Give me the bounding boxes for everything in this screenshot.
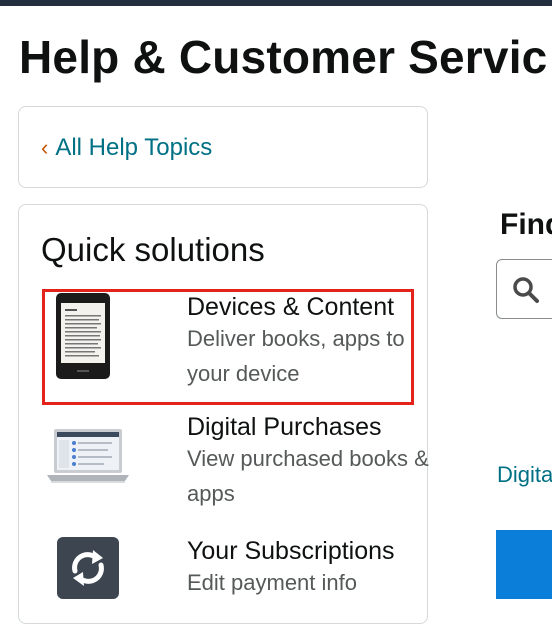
quick-solution-digital-purchases[interactable]: Digital Purchases View purchased books &… [43, 413, 429, 523]
all-help-topics-link[interactable]: ‹ All Help Topics [41, 134, 212, 162]
digital-link[interactable]: Digita [497, 462, 552, 488]
page-title: Help & Customer Servic [19, 31, 548, 83]
quick-solution-name: Devices & Content [187, 293, 395, 321]
search-input[interactable] [496, 259, 552, 319]
chevron-left-icon: ‹ [41, 135, 49, 160]
search-icon [511, 275, 541, 310]
quick-solution-desc: Deliver books, apps to your device [187, 326, 405, 386]
quick-solution-desc: View purchased books & apps [187, 446, 429, 506]
quick-solution-desc: Edit payment info [187, 570, 357, 595]
quick-solution-your-subscriptions[interactable]: Your Subscriptions Edit payment info [43, 537, 413, 617]
find-label: Find [500, 208, 552, 241]
quick-solutions-card: Quick solutions Devices & Content Delive… [18, 204, 429, 624]
all-help-topics-label: All Help Topics [55, 134, 213, 161]
back-card: ‹ All Help Topics [18, 106, 428, 188]
laptop-icon [47, 429, 129, 492]
kindle-device-icon [55, 293, 115, 386]
quick-solution-devices-content[interactable]: Devices & Content Deliver books, apps to… [43, 293, 413, 403]
refresh-icon [57, 537, 119, 604]
top-nav-bar [0, 0, 552, 6]
quick-solution-name: Digital Purchases [187, 413, 382, 441]
blue-button-partial[interactable] [496, 530, 552, 599]
quick-solution-name: Your Subscriptions [187, 537, 395, 565]
quick-solutions-title: Quick solutions [41, 231, 265, 268]
